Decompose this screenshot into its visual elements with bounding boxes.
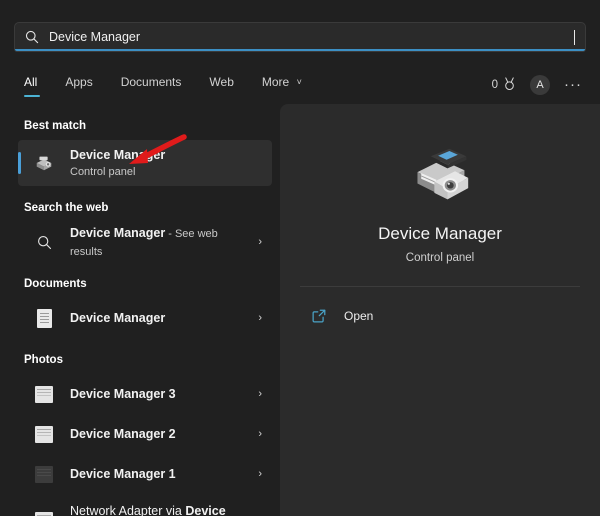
result-title: Device Manager: [70, 148, 165, 162]
rewards-count: 0: [492, 79, 498, 91]
overflow-menu-icon: ···: [564, 76, 582, 93]
search-box[interactable]: [14, 22, 586, 52]
preview-title: Device Manager: [280, 224, 600, 244]
result-title: Device Manager: [70, 311, 165, 325]
filter-tabs: All Apps Documents Web More ˅: [24, 73, 316, 97]
result-text: Network Adapter via Device Manager 4: [70, 502, 250, 516]
result-text: Device Manager 2: [70, 425, 250, 443]
result-item-photo-4[interactable]: Network Adapter via Device Manager 4 ›: [18, 494, 272, 516]
account-avatar[interactable]: A: [530, 75, 550, 95]
result-item-document[interactable]: Device Manager ›: [18, 298, 272, 338]
result-title: Device Manager 1: [70, 467, 176, 481]
result-text: Device Manager 1: [70, 465, 250, 483]
tab-apps-label: Apps: [65, 75, 92, 89]
text-caret: [574, 30, 575, 45]
result-title-main: Device Manager: [70, 226, 165, 240]
group-heading-documents: Documents: [0, 276, 280, 292]
tab-web-label: Web: [209, 75, 233, 89]
group-heading-best-match: Best match: [0, 118, 280, 134]
account-initial: A: [536, 79, 543, 91]
rewards-medal-icon: [503, 77, 516, 94]
rewards-counter[interactable]: 0: [492, 77, 516, 94]
result-item-photo-2[interactable]: Device Manager 2 ›: [18, 414, 272, 454]
photo-icon: [30, 426, 58, 443]
tab-documents[interactable]: Documents: [107, 73, 196, 97]
result-title-prefix: Network Adapter via: [70, 504, 185, 516]
tab-more-label: More: [262, 75, 289, 89]
preview-pane: Device Manager Control panel Open: [280, 104, 600, 516]
tab-documents-label: Documents: [121, 75, 182, 89]
result-title: Network Adapter via Device Manager 4: [70, 504, 226, 516]
result-item-best-match[interactable]: Device Manager Control panel: [18, 140, 272, 186]
open-external-icon: [306, 308, 332, 324]
tab-more[interactable]: More ˅: [248, 73, 316, 97]
devices-printer-icon: [30, 153, 58, 173]
result-text: Device Manager: [70, 309, 250, 327]
chevron-right-icon[interactable]: ›: [258, 388, 262, 400]
tab-all-label: All: [24, 75, 37, 89]
tab-web[interactable]: Web: [195, 73, 247, 97]
photo-icon-dim: [30, 466, 58, 483]
preview-subtitle: Control panel: [280, 252, 600, 264]
result-text: Device Manager Control panel: [70, 146, 264, 180]
devices-printer-camera-icon: [280, 138, 600, 212]
group-heading-photos: Photos: [0, 352, 280, 368]
document-icon: [30, 309, 58, 328]
photo-icon: [30, 386, 58, 403]
result-text: Device Manager 3: [70, 385, 250, 403]
preview-header: Device Manager Control panel: [280, 104, 600, 264]
result-title: Device Manager - See web results: [70, 226, 218, 258]
open-action-button[interactable]: Open: [302, 301, 600, 331]
open-action-label: Open: [344, 309, 373, 323]
group-heading-search-the-web: Search the web: [0, 200, 280, 216]
preview-divider: [300, 286, 580, 287]
search-input[interactable]: [49, 30, 575, 44]
tabs-right-actions: 0 A ···: [492, 75, 582, 95]
photo-icon: [30, 512, 58, 516]
chevron-down-icon: ˅: [297, 77, 302, 87]
result-text: Device Manager - See web results: [70, 224, 250, 260]
chevron-right-icon[interactable]: ›: [258, 312, 262, 324]
filter-tabs-row: All Apps Documents Web More ˅ 0 A: [0, 68, 600, 102]
chevron-right-icon[interactable]: ›: [258, 428, 262, 440]
result-item-web-search[interactable]: Device Manager - See web results ›: [18, 222, 272, 262]
result-title: Device Manager 2: [70, 427, 176, 441]
results-pane[interactable]: Best match Device Manager Control panel …: [0, 104, 280, 516]
search-icon: [15, 30, 49, 44]
result-item-photo-3[interactable]: Device Manager 3 ›: [18, 374, 272, 414]
result-subtitle: Control panel: [70, 165, 264, 180]
search-icon: [30, 235, 58, 250]
overflow-menu-button[interactable]: ···: [564, 80, 582, 90]
result-title: Device Manager 3: [70, 387, 176, 401]
chevron-right-icon[interactable]: ›: [258, 468, 262, 480]
tab-all[interactable]: All: [24, 73, 51, 97]
search-focus-underline: [15, 49, 585, 51]
result-item-photo-1[interactable]: Device Manager 1 ›: [18, 454, 272, 494]
chevron-right-icon[interactable]: ›: [258, 236, 262, 248]
tab-apps[interactable]: Apps: [51, 73, 106, 97]
